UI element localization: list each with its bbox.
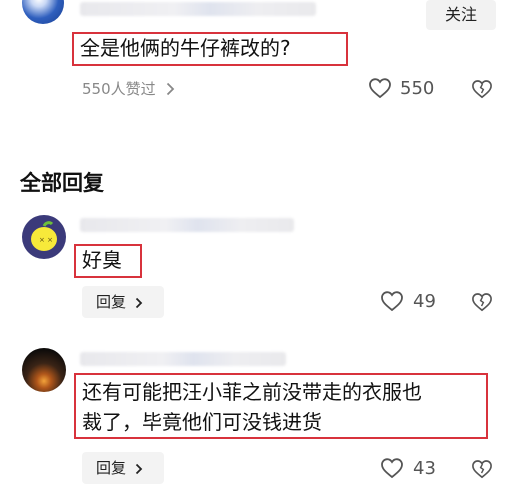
reply2-like-count: 43 [413,457,436,479]
chevron-right-icon [135,297,143,309]
reply1-like-button[interactable]: 49 [380,290,436,312]
likes-summary-text: 550人赞过 [82,80,156,98]
heart-broken-icon[interactable] [471,79,493,99]
post-text: 全是他俩的牛仔裤改的? [72,32,348,66]
post-author-name[interactable] [80,2,316,16]
reply2-like-button[interactable]: 43 [380,457,436,479]
post-likes-summary[interactable]: 550人赞过 [82,78,175,100]
reply1-like-count: 49 [413,290,436,312]
svg-text:× ×: × × [39,236,53,244]
reply1-text: 好臭 [74,244,142,278]
reply2-text-line1: 还有可能把汪小菲之前没带走的衣服也 [82,380,422,404]
reply-button-label: 回复 [96,459,127,477]
reply2-text: 还有可能把汪小菲之前没带走的衣服也 裁了，毕竟他们可没钱进货 [74,373,488,439]
reply1-author-name[interactable] [80,218,294,232]
post-like-button[interactable]: 550 [368,77,434,99]
reply1-reply-button[interactable]: 回复 [82,286,164,318]
chevron-right-icon [166,82,175,96]
follow-button[interactable]: 关注 [426,0,496,30]
reply-button-label: 回复 [96,293,127,311]
heart-outline-icon [380,290,404,312]
reply2-avatar[interactable] [22,348,66,392]
reply2-author-name[interactable] [80,352,286,366]
post-author-avatar[interactable] [22,0,64,24]
section-title: 全部回复 [20,171,104,195]
heart-broken-icon[interactable] [471,459,493,479]
post-like-count: 550 [400,77,435,99]
chevron-right-icon [135,463,143,475]
heart-outline-icon [380,457,404,479]
reply2-text-line2: 裁了，毕竟他们可没钱进货 [82,410,322,434]
reply1-avatar[interactable]: × × [22,215,66,259]
heart-broken-icon[interactable] [471,292,493,312]
reply2-reply-button[interactable]: 回复 [82,452,164,484]
heart-outline-icon [368,77,392,99]
